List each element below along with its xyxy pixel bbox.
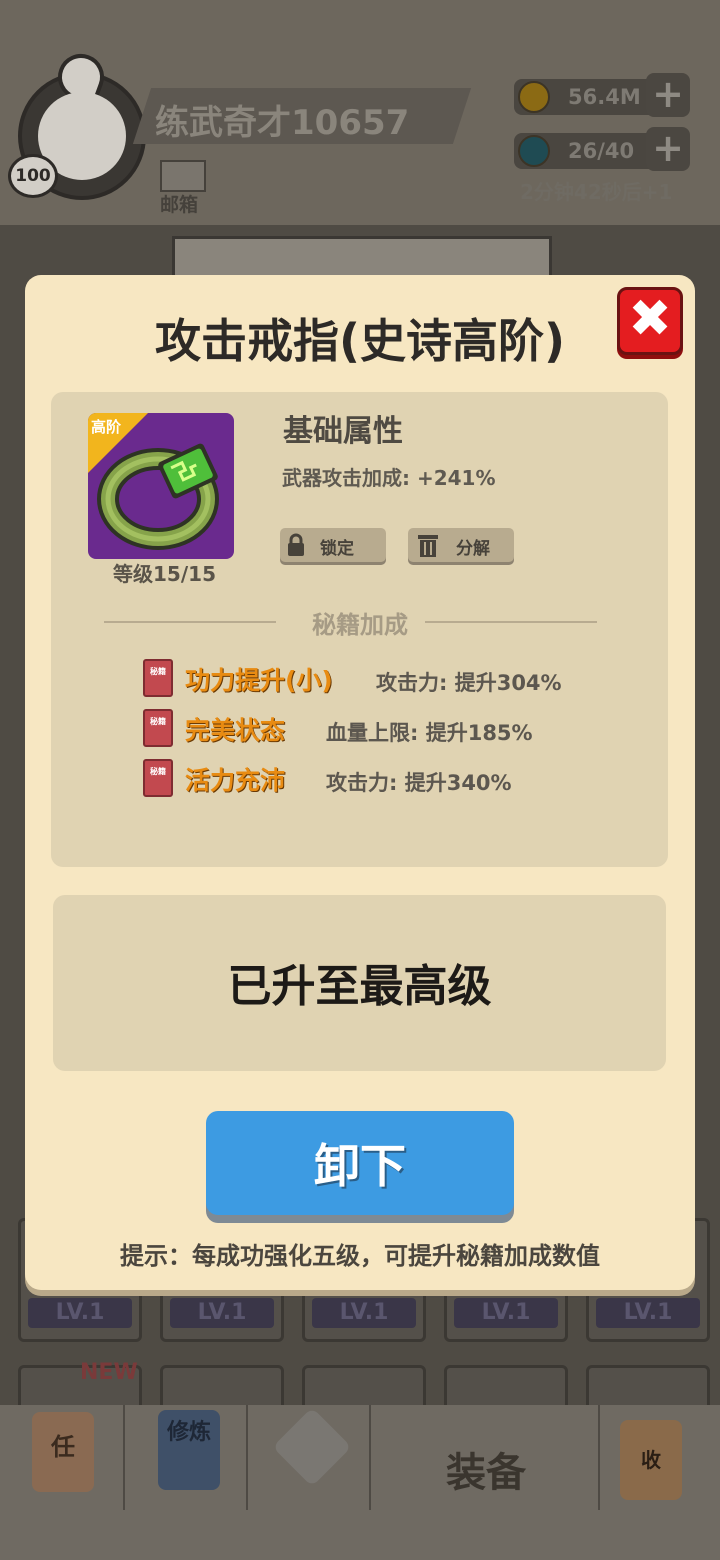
close-x-icon: ✖ — [628, 289, 672, 349]
base-stat: 武器攻击加成: +241% — [282, 466, 496, 490]
stamina-icon — [518, 135, 550, 167]
skill-effect: 攻击力: 提升340% — [326, 771, 512, 795]
secret-book-icon: 秘籍 — [143, 659, 173, 697]
add-stamina-button[interactable]: + — [646, 127, 690, 171]
cultivate-nav-icon[interactable]: 修炼 — [158, 1410, 220, 1490]
secret-bonus-title: 秘籍加成 — [312, 611, 408, 639]
unequip-button-label: 卸下 — [314, 1139, 406, 1193]
slot-level: LV.1 — [596, 1298, 700, 1328]
slot-level: LV.1 — [170, 1298, 274, 1328]
task-nav-icon[interactable]: 任 — [32, 1412, 94, 1492]
slot-level: LV.1 — [312, 1298, 416, 1328]
decompose-button-label: 分解 — [456, 539, 490, 559]
nav-divider — [598, 1405, 600, 1510]
tip-text: 提示：每成功强化五级，可提升秘籍加成数值 — [120, 1242, 600, 1270]
secret-book-icon: 秘籍 — [143, 759, 173, 797]
lock-icon — [288, 533, 304, 556]
mail-icon[interactable] — [160, 160, 206, 192]
skill-effect: 攻击力: 提升304% — [376, 671, 562, 695]
max-level-text: 已升至最高级 — [227, 961, 492, 1012]
player-name: 练武奇才10657 — [155, 103, 410, 143]
add-coins-button[interactable]: + — [646, 73, 690, 117]
nav-divider — [246, 1405, 248, 1510]
skill-effect: 血量上限: 提升185% — [326, 721, 533, 745]
lock-button-label: 锁定 — [320, 539, 354, 559]
collect-nav-icon[interactable]: 收 — [620, 1420, 682, 1500]
close-button[interactable]: ✖ — [617, 287, 683, 355]
trash-icon — [418, 535, 438, 557]
mail-label: 邮箱 — [160, 194, 199, 216]
stamina-value: 26/40 — [568, 139, 635, 163]
slot-level: LV.1 — [28, 1298, 132, 1328]
item-level: 等级15/15 — [113, 562, 216, 586]
bottom-nav — [0, 1405, 720, 1560]
stamina-timer: 2分钟42秒后+1 — [520, 180, 673, 204]
nav-equip-label[interactable]: 装备 — [446, 1440, 526, 1498]
skill-name: 功力提升(小) — [185, 666, 333, 695]
modal-title: 攻击戒指(史诗高阶) — [154, 314, 566, 368]
skill-name: 活力充沛 — [185, 766, 286, 795]
new-badge: NEW — [80, 1360, 138, 1385]
player-level-badge: 100 — [8, 154, 58, 198]
tier-badge-label: 高阶 — [91, 418, 122, 436]
nav-divider — [123, 1405, 125, 1510]
nav-divider — [369, 1405, 371, 1510]
coin-icon — [518, 81, 550, 113]
secret-book-icon: 秘籍 — [143, 709, 173, 747]
coins-value: 56.4M — [568, 85, 641, 109]
skill-name: 完美状态 — [185, 716, 286, 745]
slot-level: LV.1 — [454, 1298, 558, 1328]
base-attributes-title: 基础属性 — [283, 414, 403, 449]
